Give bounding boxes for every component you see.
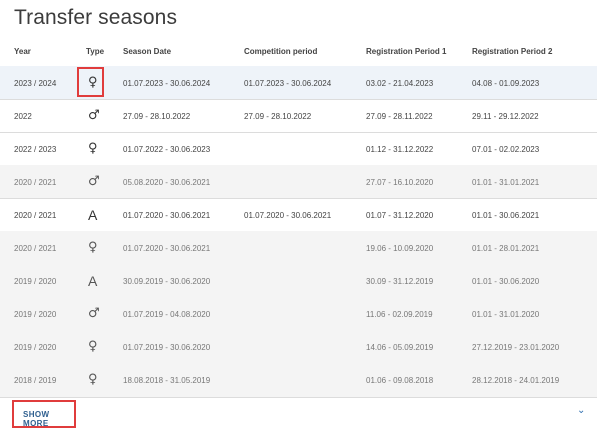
cell-registration-period-1: 27.09 - 28.11.2022 xyxy=(366,112,433,121)
cell-year: 2018 / 2019 xyxy=(14,376,57,385)
table-row[interactable]: 2019 / 2020 ♀ 01.07.2019 - 30.06.2020 14.06… xyxy=(0,330,597,364)
header-registration-period-1: Registration Period 1 xyxy=(366,47,447,56)
type-icon: ♀ xyxy=(88,339,98,354)
cell-year: 2022 xyxy=(14,112,32,121)
cell-registration-period-1: 03.02 - 21.04.2023 xyxy=(366,79,434,88)
table-row[interactable]: 2020 / 2021 A 01.07.2020 - 30.06.2021 01.07… xyxy=(0,198,597,232)
cell-year: 2019 / 2020 xyxy=(14,277,57,286)
cell-registration-period-2: 04.08 - 01.09.2023 xyxy=(472,79,540,88)
cell-year: 2020 / 2021 xyxy=(14,178,57,187)
header-competition-period: Competition period xyxy=(244,47,318,56)
table-row[interactable]: 2019 / 2020 ♂ 01.07.2019 - 04.08.2020 11.06… xyxy=(0,297,597,331)
cell-registration-period-2: 01.01 - 31.01.2020 xyxy=(472,310,540,319)
type-icon: A xyxy=(88,207,98,223)
show-more-label: SHOW MORE xyxy=(23,410,50,428)
cell-registration-period-2: 01.01 - 30.06.2020 xyxy=(472,277,540,286)
header-registration-period-2: Registration Period 2 xyxy=(472,47,553,56)
cell-year: 2019 / 2020 xyxy=(14,310,57,319)
table-row[interactable]: 2019 / 2020 A 30.09.2019 - 30.06.2020 30.09… xyxy=(0,264,597,298)
type-icon: ♂ xyxy=(88,174,100,189)
cell-registration-period-1: 01.06 - 09.08.2018 xyxy=(366,376,434,385)
cell-registration-period-1: 19.06 - 10.09.2020 xyxy=(366,244,434,253)
cell-registration-period-2: 07.01 - 02.02.2023 xyxy=(472,145,540,154)
header-type: Type xyxy=(86,47,105,56)
cell-season-date: 01.07.2020 - 30.06.2021 xyxy=(123,211,211,220)
type-highlight-box xyxy=(77,67,104,97)
cell-season-date: 01.07.2020 - 30.06.2021 xyxy=(123,244,211,253)
cell-competition-period: 27.09 - 28.10.2022 xyxy=(244,112,312,121)
page-title: Transfer seasons xyxy=(14,6,178,29)
cell-registration-period-2: 29.11 - 29.12.2022 xyxy=(472,112,539,121)
cell-year: 2020 / 2021 xyxy=(14,244,57,253)
table-row[interactable]: 2020 / 2021 ♂ 05.08.2020 - 30.06.2021 27.07… xyxy=(0,165,597,199)
cell-registration-period-1: 27.07 - 16.10.2020 xyxy=(366,178,434,187)
cell-registration-period-2: 01.01 - 31.01.2021 xyxy=(472,178,540,187)
type-icon: ♀ xyxy=(88,372,98,387)
cell-season-date: 18.08.2018 - 31.05.2019 xyxy=(123,376,211,385)
chevron-down-icon[interactable]: ⌄ xyxy=(577,405,585,416)
cell-year: 2023 / 2024 xyxy=(14,79,57,88)
cell-competition-period: 01.07.2020 - 30.06.2021 xyxy=(244,211,332,220)
type-icon: ♂ xyxy=(88,108,100,123)
table-header: Year Type Season Date Competition period… xyxy=(0,44,597,67)
cell-season-date: 01.07.2019 - 04.08.2020 xyxy=(123,310,211,319)
type-icon: ♀ xyxy=(88,240,98,255)
cell-season-date: 01.07.2022 - 30.06.2023 xyxy=(123,145,211,154)
table-row[interactable]: 2020 / 2021 ♀ 01.07.2020 - 30.06.2021 19.06… xyxy=(0,231,597,265)
table-row[interactable]: 2022 / 2023 ♀ 01.07.2022 - 30.06.2023 01.12… xyxy=(0,132,597,166)
cell-registration-period-2: 27.12.2019 - 23.01.2020 xyxy=(472,343,560,352)
cell-season-date: 30.09.2019 - 30.06.2020 xyxy=(123,277,211,286)
header-season-date: Season Date xyxy=(123,47,172,56)
cell-registration-period-2: 28.12.2018 - 24.01.2019 xyxy=(472,376,560,385)
cell-registration-period-1: 01.12 - 31.12.2022 xyxy=(366,145,434,154)
cell-year: 2019 / 2020 xyxy=(14,343,57,352)
cell-year: 2020 / 2021 xyxy=(14,211,57,220)
cell-season-date: 05.08.2020 - 30.06.2021 xyxy=(123,178,211,187)
cell-registration-period-1: 14.06 - 05.09.2019 xyxy=(366,343,434,352)
cell-registration-period-1: 30.09 - 31.12.2019 xyxy=(366,277,434,286)
type-icon: ♂ xyxy=(88,306,100,321)
cell-registration-period-1: 01.07 - 31.12.2020 xyxy=(366,211,434,220)
cell-season-date: 01.07.2023 - 30.06.2024 xyxy=(123,79,211,88)
table-row[interactable]: 2022 ♂ 27.09 - 28.10.2022 27.09 - 28.10.202… xyxy=(0,99,597,133)
cell-season-date: 27.09 - 28.10.2022 xyxy=(123,112,191,121)
cell-season-date: 01.07.2019 - 30.06.2020 xyxy=(123,343,211,352)
cell-registration-period-2: 01.01 - 30.06.2021 xyxy=(472,211,540,220)
show-more-button[interactable]: SHOW MORE xyxy=(12,400,76,428)
type-icon: A xyxy=(88,273,98,289)
type-icon: ♀ xyxy=(88,141,98,156)
cell-registration-period-1: 11.06 - 02.09.2019 xyxy=(366,310,433,319)
header-year: Year xyxy=(14,47,31,56)
cell-year: 2022 / 2023 xyxy=(14,145,57,154)
table-row[interactable]: 2018 / 2019 ♀ 18.08.2018 - 31.05.2019 01.06… xyxy=(0,363,597,398)
cell-registration-period-2: 01.01 - 28.01.2021 xyxy=(472,244,540,253)
table-footer xyxy=(0,399,597,429)
cell-competition-period: 01.07.2023 - 30.06.2024 xyxy=(244,79,332,88)
